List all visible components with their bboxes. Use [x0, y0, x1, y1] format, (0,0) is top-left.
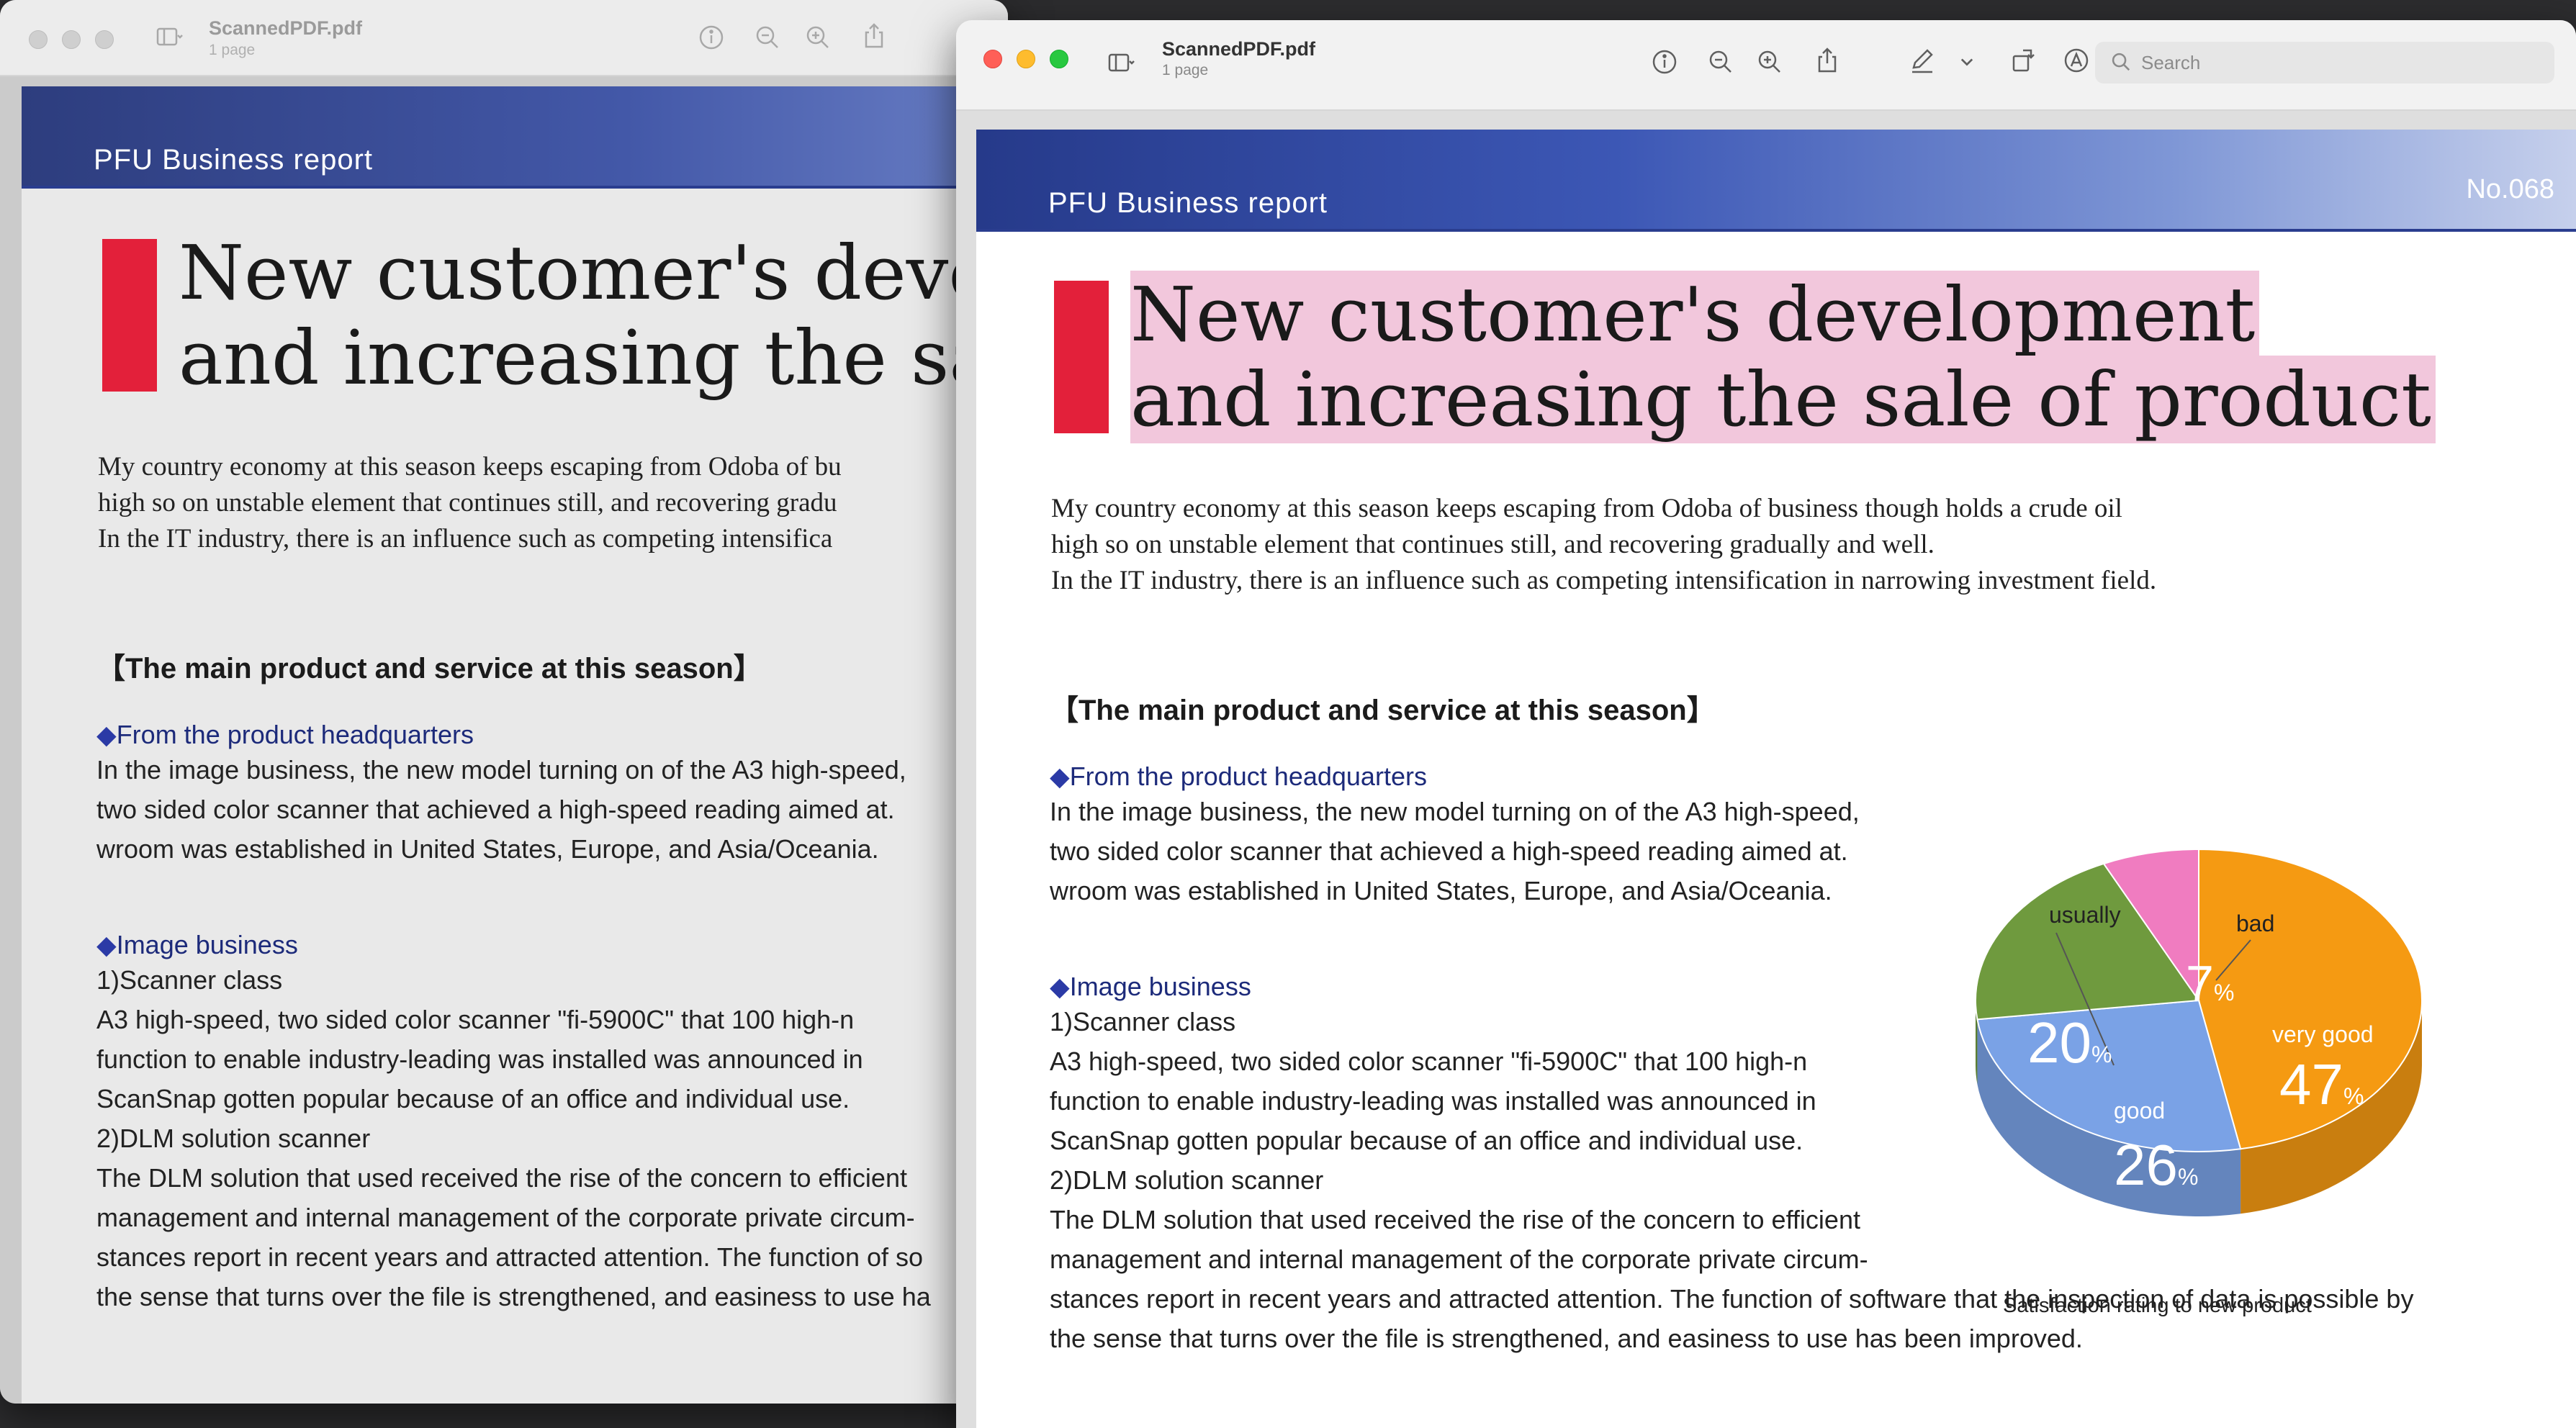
satisfaction-pie-chart: very good47%good26%usually20%bad7%	[1975, 848, 2423, 1216]
close-button[interactable]	[983, 50, 1002, 68]
pie-label: bad	[2236, 910, 2274, 936]
back-sub1-body: In the image business, the new model tur…	[96, 750, 906, 869]
pie-label: good	[2114, 1098, 2165, 1124]
back-body-line: 2)DLM solution scanner	[96, 1124, 371, 1153]
back-window[interactable]: ScannedPDF.pdf 1 page PFU Business repor…	[0, 0, 1008, 1404]
zoom-out-icon[interactable]	[1703, 45, 1738, 79]
back-doc-pagecount: 1 page	[209, 42, 256, 58]
zoom-in-icon[interactable]	[801, 20, 835, 55]
window-controls	[983, 50, 1068, 68]
back-sub2-title: Image business	[116, 930, 298, 959]
back-body-line: the sense that turns over the file is st…	[96, 1282, 931, 1311]
section-title: 【The main product and service at this se…	[1050, 695, 1716, 726]
sub2-heading: ◆Image business	[1050, 972, 1251, 1002]
back-banner-rule	[22, 186, 1008, 189]
body-line: the sense that turns over the file is st…	[1050, 1324, 2083, 1353]
back-intro-line: My country economy at this season keeps …	[98, 452, 842, 482]
doc-pagecount: 1 page	[1162, 62, 1209, 78]
back-window-controls	[29, 30, 114, 49]
diamond-icon: ◆	[1050, 972, 1070, 1001]
back-body-line: 1)Scanner class	[96, 965, 283, 995]
info-icon[interactable]	[1647, 45, 1682, 79]
sub1-title: From the product headquarters	[1069, 762, 1427, 791]
back-body-line: wroom was established in United States, …	[96, 834, 879, 864]
front-titlebar: ScannedPDF.pdf 1 page Search	[956, 20, 2576, 111]
back-body-line: ScanSnap gotten popular because of an of…	[96, 1084, 850, 1113]
back-accent-bar	[102, 239, 157, 392]
body-line: two sided color scanner that achieved a …	[1050, 836, 1848, 866]
pdf-page[interactable]: PFU Business report No.068 New customer'…	[976, 130, 2576, 1428]
close-button[interactable]	[29, 30, 48, 49]
markup-circle-icon[interactable]	[2059, 43, 2094, 78]
intro-paragraph: My country economy at this season keeps …	[1051, 491, 2156, 599]
zoom-out-icon[interactable]	[750, 20, 785, 55]
pie-label: usually	[2049, 902, 2121, 928]
back-intro-line: high so on unstable element that continu…	[98, 488, 837, 518]
headline[interactable]: New customer's development and increasin…	[1130, 271, 2436, 443]
info-icon[interactable]	[694, 20, 729, 55]
back-pdf-page: PFU Business report New customer's devel…	[22, 86, 1008, 1404]
back-titlebar: ScannedPDF.pdf 1 page	[0, 0, 1008, 76]
chart-caption: Satisfaction rating to new product	[2003, 1294, 2312, 1317]
highlighted-headline-line1[interactable]: New customer's development	[1130, 271, 2260, 358]
sub2-title: Image business	[1069, 972, 1251, 1001]
back-sub1-title: From the product headquarters	[116, 720, 474, 749]
front-window[interactable]: ScannedPDF.pdf 1 page Search PFU Busines…	[956, 20, 2576, 1428]
highlighted-headline-line2[interactable]: and increasing the sale of product	[1130, 356, 2436, 443]
back-sub1-heading: ◆From the product headquarters	[96, 720, 474, 750]
markup-dropdown-chevron-icon[interactable]	[1954, 45, 1980, 79]
search-field[interactable]: Search	[2095, 42, 2554, 83]
diamond-icon: ◆	[96, 930, 117, 959]
back-section-title: 【The main product and service at this se…	[96, 653, 762, 684]
body-line: In the image business, the new model tur…	[1050, 797, 1860, 826]
back-intro-line: In the IT industry, there is an influenc…	[98, 524, 833, 553]
back-banner-title: PFU Business report	[94, 144, 374, 176]
back-body-line: stances report in recent years and attra…	[96, 1242, 924, 1272]
markup-pen-icon[interactable]	[1905, 43, 1940, 78]
back-body-line: function to enable industry-leading was …	[96, 1044, 863, 1074]
back-headline-line2: and increasing the sale	[179, 314, 1008, 402]
back-sub2-heading: ◆Image business	[96, 930, 298, 960]
back-intro: My country economy at this season keeps …	[98, 449, 842, 557]
sidebar-toggle-icon[interactable]	[1093, 46, 1150, 81]
back-canvas: PFU Business report New customer's devel…	[0, 76, 1008, 1404]
zoom-button[interactable]	[1050, 50, 1068, 68]
share-icon[interactable]	[1810, 43, 1845, 78]
banner-rule	[976, 229, 2576, 232]
back-body-line: management and internal management of th…	[96, 1203, 915, 1232]
back-body-line: two sided color scanner that achieved a …	[96, 795, 895, 824]
back-sub2-body: 1)Scanner class A3 high-speed, two sided…	[96, 960, 931, 1316]
sub1-body: In the image business, the new model tur…	[1050, 792, 1860, 910]
intro-line: In the IT industry, there is an influenc…	[1051, 566, 2157, 595]
pie-label: very good	[2272, 1021, 2374, 1047]
back-body-line: In the image business, the new model tur…	[96, 755, 906, 785]
search-placeholder: Search	[2141, 51, 2201, 73]
zoom-button[interactable]	[95, 30, 114, 49]
body-line: wroom was established in United States, …	[1050, 876, 1832, 905]
doc-title: ScannedPDF.pdf	[1162, 38, 1316, 60]
back-headline: New customer's develo and increasing the…	[179, 230, 1008, 400]
minimize-button[interactable]	[62, 30, 81, 49]
zoom-in-icon[interactable]	[1752, 45, 1787, 79]
rotate-icon[interactable]	[2006, 43, 2040, 78]
intro-line: My country economy at this season keeps …	[1051, 494, 2122, 523]
intro-line: high so on unstable element that continu…	[1051, 530, 1935, 559]
search-icon	[2112, 53, 2130, 71]
banner-title: PFU Business report	[1048, 187, 1328, 219]
issue-number: No.068	[2466, 174, 2554, 204]
diamond-icon: ◆	[1050, 762, 1070, 791]
share-icon[interactable]	[857, 19, 891, 53]
back-body-line: The DLM solution that used received the …	[96, 1163, 907, 1193]
back-doc-title: ScannedPDF.pdf	[209, 17, 363, 39]
back-body-line: A3 high-speed, two sided color scanner "…	[96, 1005, 855, 1034]
diamond-icon: ◆	[96, 720, 117, 749]
document-canvas[interactable]: PFU Business report No.068 New customer'…	[956, 111, 2576, 1428]
sub1-heading: ◆From the product headquarters	[1050, 762, 1427, 792]
minimize-button[interactable]	[1017, 50, 1035, 68]
headline-accent-bar	[1054, 281, 1109, 433]
back-headline-line1: New customer's develo	[179, 229, 1008, 317]
sidebar-toggle-icon[interactable]	[141, 20, 199, 55]
